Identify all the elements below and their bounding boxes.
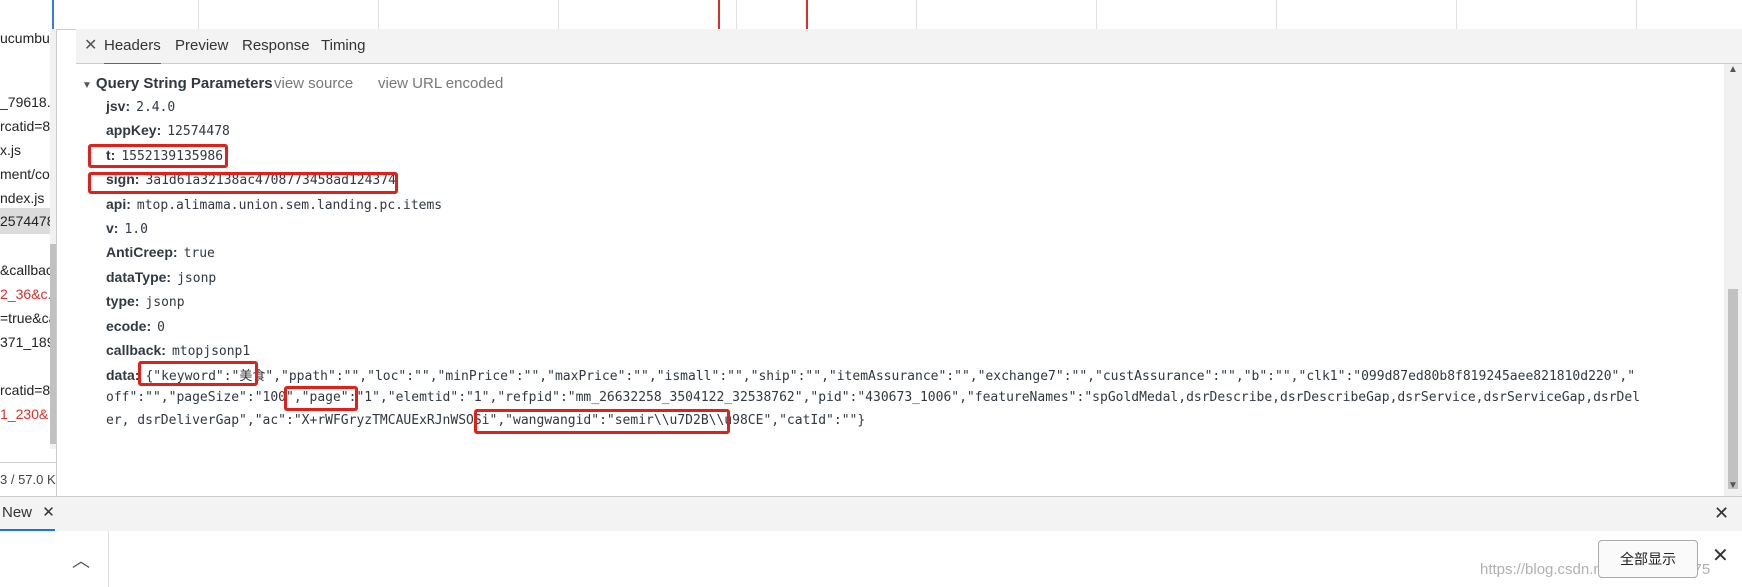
timeline-gridline	[1636, 0, 1637, 29]
timeline-gridline	[558, 0, 559, 29]
param-row: jsv: 2.4.0	[106, 95, 175, 117]
request-list[interactable]: ucumbur _79618.. rcatid=8 x.js ment/co. …	[0, 29, 57, 496]
request-row[interactable]: rcatid=8	[0, 113, 56, 139]
view-source-link[interactable]: view source	[274, 74, 353, 94]
timeline-dom-marker	[52, 0, 54, 29]
tab-headers[interactable]: Headers	[104, 29, 161, 65]
request-row[interactable]: rcatid=8	[0, 377, 56, 403]
param-value: mtopjsonp1	[171, 344, 251, 359]
param-row: ecode: 0	[106, 315, 165, 337]
param-key: api:	[106, 196, 131, 212]
timeline-load-marker	[806, 0, 808, 29]
highlight-box	[88, 172, 398, 194]
param-value: {"keyword":"美食","ppath":"","loc":"","min…	[145, 369, 1636, 384]
param-row: api: mtop.alimama.union.sem.landing.pc.it…	[106, 193, 442, 215]
request-list-scrollbar[interactable]	[50, 29, 56, 449]
timeline-gridline	[1276, 0, 1277, 29]
request-row[interactable]	[0, 233, 56, 259]
headers-panel: ▼ Query String Parameters view source vie…	[76, 64, 1724, 496]
drawer-tab-label: New	[2, 504, 33, 521]
drawer-tabbar: New ✕ ✕	[0, 496, 1742, 532]
request-row[interactable]: ucumbur	[0, 29, 56, 51]
request-row[interactable]: &callbac	[0, 257, 56, 283]
param-value: true	[183, 246, 215, 261]
param-key: jsv:	[106, 98, 131, 114]
request-row[interactable]: x.js	[0, 137, 56, 163]
close-icon[interactable]: ✕	[42, 504, 55, 521]
param-value: jsonp	[145, 295, 185, 310]
headers-scroll-thumb[interactable]	[1728, 289, 1738, 489]
request-row[interactable]: 1_230&	[0, 401, 56, 427]
close-icon[interactable]: ✕	[84, 35, 97, 55]
drawer-tab-new[interactable]: New ✕	[0, 497, 55, 531]
param-key: AntiCreep:	[106, 244, 178, 260]
show-all-button[interactable]: 全部显示	[1598, 540, 1698, 578]
param-value: 0	[157, 320, 165, 335]
timeline-gridline	[198, 0, 199, 29]
param-key: callback:	[106, 342, 166, 358]
param-row: AntiCreep: true	[106, 241, 215, 263]
request-row[interactable]: 371_189.	[0, 329, 56, 355]
timeline-load-marker	[718, 0, 720, 29]
timeline-gridline	[1456, 0, 1457, 29]
request-row-selected[interactable]: 2574478	[0, 208, 56, 234]
param-row: dataType: jsonp	[106, 266, 216, 288]
param-key: data:	[106, 367, 140, 383]
param-row: appKey: 12574478	[106, 119, 230, 141]
param-row: type: jsonp	[106, 290, 185, 312]
drawer-close-icon[interactable]: ✕	[1714, 503, 1729, 524]
param-value: 1.0	[124, 222, 148, 237]
tab-preview[interactable]: Preview	[175, 29, 228, 63]
param-row-data: data: {"keyword":"美食","ppath":"","loc":""…	[106, 364, 1635, 386]
view-url-encoded-link[interactable]: view URL encoded	[378, 74, 503, 94]
close-icon[interactable]: ✕	[1712, 543, 1729, 568]
timeline-gridline	[378, 0, 379, 29]
request-row[interactable]: ment/co.	[0, 161, 56, 187]
highlight-box	[138, 361, 258, 386]
param-row: callback: mtopjsonp1	[106, 339, 250, 361]
detail-tabbar: ✕ Headers Preview Response Timing	[76, 29, 1742, 65]
param-key: v:	[106, 220, 119, 236]
request-row[interactable]: =true&ca	[0, 305, 56, 331]
chevron-up-icon[interactable]: ︿	[72, 547, 90, 573]
request-list-scroll-thumb[interactable]	[50, 244, 56, 444]
highlight-box	[474, 409, 730, 434]
timeline-gridline	[1096, 0, 1097, 29]
tab-response[interactable]: Response	[242, 29, 310, 63]
scroll-down-arrow-icon[interactable]: ▼	[1728, 480, 1738, 491]
section-title: Query String Parameters	[95, 75, 273, 92]
timeline-gridline	[916, 0, 917, 29]
param-key: ecode:	[106, 318, 152, 334]
highlight-box	[88, 144, 228, 168]
param-value: 12574478	[167, 124, 230, 139]
param-key: dataType:	[106, 269, 172, 285]
request-row[interactable]	[0, 353, 56, 379]
headers-scrollbar[interactable]: ▲ ▼	[1724, 64, 1742, 496]
request-row[interactable]: _79618..	[0, 89, 56, 115]
request-row[interactable]: 2_36&c.	[0, 281, 56, 307]
param-row: v: 1.0	[106, 217, 148, 239]
scroll-up-arrow-icon[interactable]: ▲	[1728, 64, 1738, 75]
transfer-status: 3 / 57.0 K...	[0, 462, 56, 496]
param-value: 2.4.0	[136, 100, 176, 115]
param-key: type:	[106, 293, 140, 309]
query-params-header[interactable]: ▼ Query String Parameters	[82, 74, 273, 94]
tab-timing[interactable]: Timing	[321, 29, 365, 63]
timeline-gridline	[736, 0, 737, 29]
highlight-box	[284, 386, 358, 411]
download-bar: ︿ https://blog.csdn.net/qq_43785975 全部显示…	[0, 531, 1742, 587]
collapse-triangle-icon[interactable]: ▼	[82, 80, 92, 91]
param-key: appKey:	[106, 122, 162, 138]
timeline-overview[interactable]	[0, 0, 1742, 30]
param-value: jsonp	[177, 271, 217, 286]
param-value: mtop.alimama.union.sem.landing.pc.items	[136, 198, 443, 213]
divider	[108, 531, 109, 587]
